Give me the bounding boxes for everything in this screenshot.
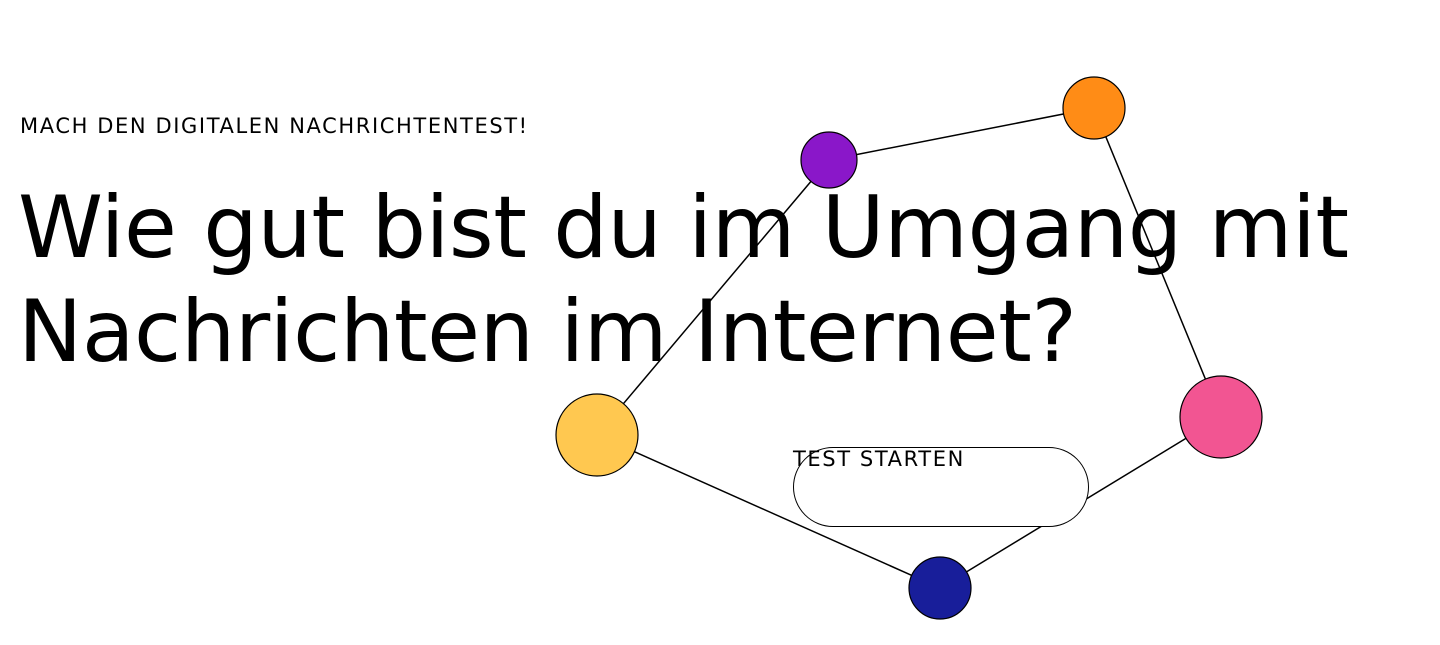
- start-test-button[interactable]: TEST STARTEN: [793, 447, 1089, 527]
- node-orange: [1062, 76, 1126, 140]
- start-test-button-label: TEST STARTEN: [793, 447, 965, 471]
- page-title-line-1: Wie gut bist du im Umgang mit: [18, 178, 1349, 278]
- node-navy: [908, 556, 972, 620]
- node-yellow: [555, 393, 639, 477]
- landing-page: MACH DEN DIGITALEN NACHRICHTENTEST! Wie …: [0, 0, 1440, 645]
- page-title-line-2: Nachrichten im Internet?: [18, 282, 1077, 382]
- page-title: Wie gut bist du im Umgang mit Nachrichte…: [18, 176, 1349, 384]
- eyebrow-text: MACH DEN DIGITALEN NACHRICHTENTEST!: [20, 114, 529, 138]
- connector-purple-orange: [828, 107, 1095, 161]
- node-pink: [1179, 375, 1263, 459]
